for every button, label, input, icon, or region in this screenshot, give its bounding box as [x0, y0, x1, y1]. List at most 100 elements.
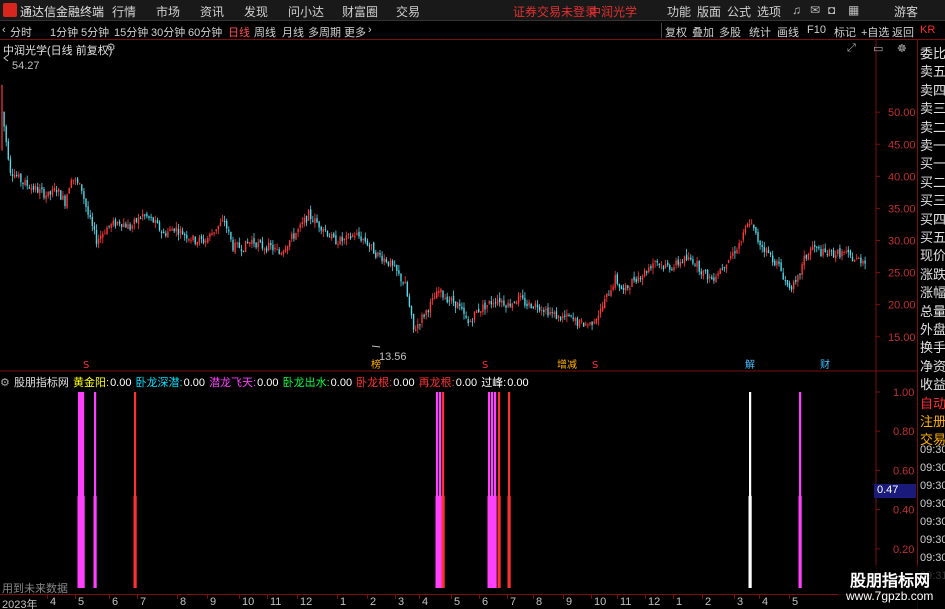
candle-body	[492, 303, 495, 305]
candle-body	[87, 206, 89, 215]
lock-icon[interactable]: ◘	[828, 3, 835, 17]
menu-function[interactable]: 功能	[667, 3, 691, 20]
menu-trade[interactable]: 交易	[396, 3, 420, 20]
candle-body	[822, 248, 824, 256]
candle-body	[759, 240, 761, 246]
menu-news[interactable]: 资讯	[200, 3, 224, 20]
top-menu-bar: 通达信金融终端 行情 市场 资讯 发现 问小达 财富圈 交易 证券交易未登录 中…	[0, 0, 945, 21]
candle-body	[549, 311, 551, 315]
candle-body	[9, 158, 12, 173]
settings-gear-icon[interactable]: ⚙	[106, 41, 116, 54]
indicator-gear-icon[interactable]: ⚙	[0, 377, 10, 389]
menu-options[interactable]: 选项	[757, 3, 781, 20]
month-label: 5	[454, 596, 461, 608]
signal-bar-base	[487, 495, 491, 588]
candle-body	[385, 259, 387, 263]
menu-ask[interactable]: 问小达	[288, 3, 324, 20]
candle-body	[97, 238, 100, 244]
candle-body	[276, 249, 278, 251]
candle-body	[517, 295, 520, 304]
login-alert[interactable]: 证券交易未登录	[513, 3, 597, 20]
indicator-name[interactable]: 股朋指标网	[14, 377, 69, 389]
candle-body	[763, 247, 765, 252]
candle-body	[112, 220, 114, 225]
menu-layout[interactable]: 版面	[697, 3, 721, 20]
tool-overlay[interactable]: 叠加	[692, 24, 714, 40]
tool-draw[interactable]: 画线	[777, 24, 799, 40]
menu-market[interactable]: 市场	[156, 3, 180, 20]
candlestick-chart[interactable]: 50.00 45.00 40.00 35.00 30.00 25.00 20.00 15.00…	[0, 40, 917, 372]
candle-body	[475, 310, 478, 313]
mail-icon[interactable]: ✉	[810, 3, 820, 17]
candle-body	[215, 229, 217, 232]
tool-mark[interactable]: 标记	[834, 24, 856, 40]
candle-body	[683, 256, 686, 264]
quote-label[interactable]: 自动	[920, 393, 945, 412]
tool-stats[interactable]: 统计	[749, 24, 771, 40]
period-intraday[interactable]: 分时	[10, 24, 32, 40]
app-grid-icon[interactable]: ▦	[848, 3, 859, 17]
candle-body	[589, 322, 591, 325]
period-30min[interactable]: 30分钟	[151, 24, 185, 40]
period-monthly[interactable]: 月线	[282, 24, 304, 40]
candle-body	[43, 188, 45, 198]
quote-label: 买二	[920, 174, 945, 190]
candle-body	[93, 225, 96, 230]
user-guest[interactable]: 游客	[894, 3, 918, 20]
candle-body	[473, 311, 476, 321]
candle-body	[769, 253, 772, 255]
tool-adjust[interactable]: 复权	[665, 24, 687, 40]
indicator-chart[interactable]: 1.00 0.80 0.60 0.40 0.20	[0, 372, 917, 594]
tool-multi-stock[interactable]: 多股	[719, 24, 741, 40]
menu-quotes[interactable]: 行情	[112, 3, 136, 20]
quote-label[interactable]: 注册	[920, 411, 945, 430]
candle-body	[272, 244, 274, 251]
period-1min[interactable]: 1分钟	[50, 24, 78, 40]
menu-formula[interactable]: 公式	[727, 3, 751, 20]
event-marker[interactable]: 财	[820, 358, 830, 371]
candle-body	[522, 295, 524, 299]
tool-add-watch[interactable]: +自选	[861, 24, 889, 40]
candle-body	[114, 219, 117, 227]
event-marker[interactable]: 增减	[557, 358, 577, 371]
expand-icon[interactable]: ⤢	[847, 42, 856, 55]
month-label: 8	[180, 596, 187, 608]
event-marker[interactable]: S	[83, 360, 89, 371]
candle-body	[364, 237, 366, 242]
candle-body	[465, 315, 467, 318]
candle-body	[425, 310, 427, 316]
chart-title: 中润光学(日线 前复权)	[3, 45, 113, 57]
restore-icon[interactable]: ▭	[873, 42, 883, 55]
tool-f10[interactable]: F10	[807, 24, 826, 36]
menu-wealth[interactable]: 财富圈	[342, 3, 378, 20]
menu-discover[interactable]: 发现	[244, 3, 268, 20]
period-multi[interactable]: 多周期	[308, 24, 341, 40]
candle-body	[377, 252, 379, 256]
candle-body	[186, 234, 188, 239]
headset-icon[interactable]: ♫	[792, 3, 801, 17]
period-more[interactable]: 更多	[344, 24, 366, 40]
alert-stock: 中润光学	[589, 5, 638, 19]
candle-body	[16, 175, 18, 177]
scroll-left-icon[interactable]: ‹	[2, 24, 6, 36]
month-tick	[507, 595, 508, 599]
month-label: 5	[78, 596, 85, 608]
candle-body	[820, 249, 822, 257]
candle-body	[34, 186, 37, 190]
candle-body	[39, 188, 41, 194]
candle-body	[469, 321, 471, 323]
more-chevron-icon[interactable]: ›	[368, 24, 372, 36]
period-60min[interactable]: 60分钟	[188, 24, 222, 40]
event-marker[interactable]: S	[592, 360, 598, 371]
settings-icon[interactable]: ☸	[897, 42, 907, 55]
candle-body	[362, 238, 364, 240]
period-5min[interactable]: 5分钟	[81, 24, 109, 40]
period-daily[interactable]: 日线	[228, 24, 250, 40]
candle-body	[394, 265, 396, 267]
tool-back[interactable]: 返回	[892, 24, 914, 40]
event-marker[interactable]: S	[482, 360, 488, 371]
period-weekly[interactable]: 周线	[254, 24, 276, 40]
period-15min[interactable]: 15分钟	[114, 24, 148, 40]
candle-body	[190, 240, 192, 242]
event-marker[interactable]: 解	[745, 358, 755, 371]
